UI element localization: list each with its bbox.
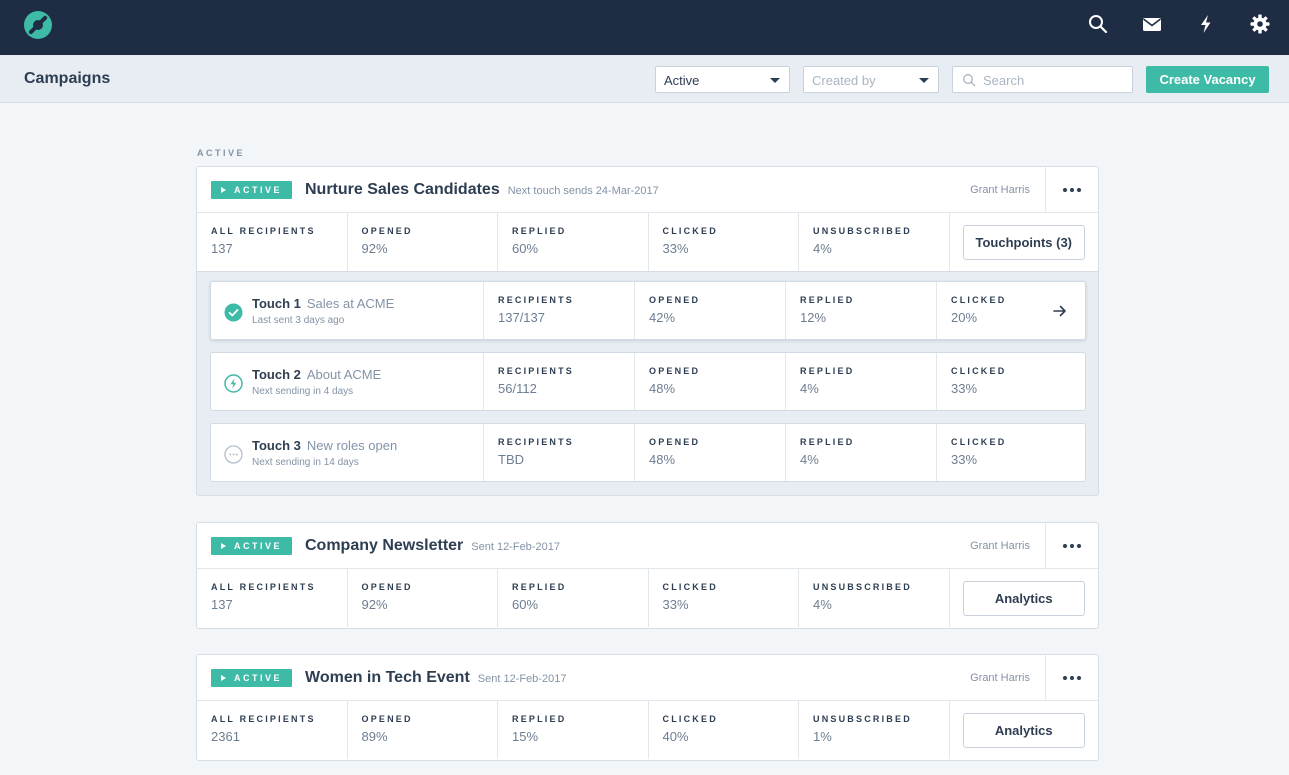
stat-replied: REPLIED 12% xyxy=(786,282,937,339)
status-filter-select[interactable]: Active xyxy=(655,66,790,93)
logo-icon[interactable] xyxy=(24,11,52,39)
campaign-owner: Grant Harris xyxy=(970,672,1030,684)
mail-icon[interactable] xyxy=(1141,13,1163,35)
campaign-stats: ALL RECIPIENTS 2361 OPENED 89% REPLIED 15% … xyxy=(197,701,1098,759)
stat-opened: OPENED 48% xyxy=(635,424,786,481)
create-vacancy-button[interactable]: Create Vacancy xyxy=(1146,66,1269,93)
stat-recipients: RECIPIENTS 137/137 xyxy=(484,282,635,339)
touch-row[interactable]: Touch 2 About ACME Next sending in 4 days… xyxy=(210,352,1086,411)
stat-opened: OPENED 89% xyxy=(348,701,498,759)
campaign-stats: ALL RECIPIENTS 137 OPENED 92% REPLIED 60% C… xyxy=(197,569,1098,627)
search-icon xyxy=(963,74,976,87)
search-input[interactable] xyxy=(983,71,1128,89)
touch-note: Last sent 3 days ago xyxy=(252,315,345,326)
stat-replied: REPLIED 4% xyxy=(786,353,937,410)
touch-row[interactable]: Touch 3 New roles open Next sending in 14… xyxy=(210,423,1086,482)
campaign-owner: Grant Harris xyxy=(970,184,1030,196)
stat-all-recipients: ALL RECIPIENTS 137 xyxy=(197,569,348,627)
chevron-down-icon xyxy=(919,78,929,83)
touch-title: Touch 2 About ACME xyxy=(252,367,382,382)
stat-recipients: RECIPIENTS 56/112 xyxy=(484,353,635,410)
stat-all-recipients: ALL RECIPIENTS 137 xyxy=(197,213,348,271)
campaign-card: ACTIVE Nurture Sales Candidates Next touc… xyxy=(196,166,1099,272)
touchpoints-button[interactable]: Touchpoints (3) xyxy=(962,224,1085,260)
stat-opened: OPENED 92% xyxy=(348,569,498,627)
campaign-stats: ALL RECIPIENTS 137 OPENED 92% REPLIED 60% C… xyxy=(197,213,1098,271)
campaign-header: ACTIVE Women in Tech Event Sent 12-Feb-20… xyxy=(197,655,1098,701)
lightning-circle-icon xyxy=(224,374,243,393)
analytics-button[interactable]: Analytics xyxy=(962,580,1085,616)
stat-clicked: CLICKED 33% xyxy=(649,213,799,271)
touch-note: Next sending in 4 days xyxy=(252,386,354,397)
touch-subject: About ACME xyxy=(306,367,382,382)
stat-recipients: RECIPIENTS TBD xyxy=(484,424,635,481)
stat-clicked: CLICKED 40% xyxy=(649,701,799,759)
stat-all-recipients: ALL RECIPIENTS 2361 xyxy=(197,701,348,759)
stat-opened: OPENED 42% xyxy=(635,282,786,339)
stat-replied: REPLIED 60% xyxy=(498,569,649,627)
more-options-button[interactable] xyxy=(1045,655,1098,700)
chevron-down-icon xyxy=(770,78,780,83)
stat-replied: REPLIED 4% xyxy=(786,424,937,481)
touchpoints-panel: Touch 1 Sales at ACME Last sent 3 days ag… xyxy=(196,272,1099,496)
status-badge: ACTIVE xyxy=(211,181,292,199)
more-options-button[interactable] xyxy=(1045,523,1098,568)
ellipsis-icon xyxy=(1063,675,1067,680)
campaign-owner: Grant Harris xyxy=(970,540,1030,552)
stat-unsubscribed: UNSUBSCRIBED 4% xyxy=(799,213,950,271)
campaign-card: ACTIVE Company Newsletter Sent 12-Feb-201… xyxy=(196,522,1099,629)
campaign-title[interactable]: Company Newsletter Sent 12-Feb-2017 xyxy=(305,537,560,555)
stat-opened: OPENED 92% xyxy=(348,213,498,271)
touch-title: Touch 3 New roles open xyxy=(252,438,398,453)
status-filter-value: Active xyxy=(664,73,700,88)
touch-subject: Sales at ACME xyxy=(306,296,395,311)
page-title: Campaigns xyxy=(24,70,111,87)
search-box[interactable] xyxy=(952,66,1133,93)
touch-row[interactable]: Touch 1 Sales at ACME Last sent 3 days ag… xyxy=(210,281,1086,340)
campaign-card: ACTIVE Women in Tech Event Sent 12-Feb-20… xyxy=(196,654,1099,761)
stat-clicked: CLICKED 33% xyxy=(951,437,1007,467)
top-bar xyxy=(0,0,1289,55)
arrow-right-icon[interactable] xyxy=(1051,302,1069,320)
stat-unsubscribed: UNSUBSCRIBED 4% xyxy=(799,569,950,627)
campaign-subtitle: Sent 12-Feb-2017 xyxy=(477,673,567,685)
created-by-placeholder: Created by xyxy=(812,73,876,88)
campaign-title[interactable]: Women in Tech Event Sent 12-Feb-2017 xyxy=(305,669,566,687)
pending-circle-icon xyxy=(224,445,243,464)
stat-clicked: CLICKED 33% xyxy=(951,366,1007,396)
stat-replied: REPLIED 15% xyxy=(498,701,649,759)
created-by-select[interactable]: Created by xyxy=(803,66,939,93)
analytics-button[interactable]: Analytics xyxy=(962,712,1085,748)
touch-note: Next sending in 14 days xyxy=(252,457,359,468)
stat-unsubscribed: UNSUBSCRIBED 1% xyxy=(799,701,950,759)
campaign-title[interactable]: Nurture Sales Candidates Next touch sends… xyxy=(305,181,659,199)
status-badge: ACTIVE xyxy=(211,537,292,555)
gear-icon[interactable] xyxy=(1249,13,1271,35)
campaign-subtitle: Next touch sends 24-Mar-2017 xyxy=(507,185,659,197)
campaign-header: ACTIVE Nurture Sales Candidates Next touc… xyxy=(197,167,1098,213)
section-label: ACTIVE xyxy=(197,148,246,158)
stat-clicked: CLICKED 20% xyxy=(937,282,1085,339)
more-options-button[interactable] xyxy=(1045,167,1098,212)
search-icon[interactable] xyxy=(1087,13,1109,35)
stat-opened: OPENED 48% xyxy=(635,353,786,410)
touch-title: Touch 1 Sales at ACME xyxy=(252,296,395,311)
lightning-icon[interactable] xyxy=(1195,13,1217,35)
status-badge: ACTIVE xyxy=(211,669,292,687)
ellipsis-icon xyxy=(1063,187,1067,192)
stat-clicked: CLICKED 33% xyxy=(649,569,799,627)
stat-replied: REPLIED 60% xyxy=(498,213,649,271)
check-circle-icon xyxy=(224,303,243,322)
campaign-header: ACTIVE Company Newsletter Sent 12-Feb-201… xyxy=(197,523,1098,569)
sub-header: Campaigns Active Created by Create Vacan… xyxy=(0,55,1289,103)
campaign-subtitle: Sent 12-Feb-2017 xyxy=(471,541,560,553)
ellipsis-icon xyxy=(1063,543,1067,548)
touch-subject: New roles open xyxy=(306,438,398,453)
